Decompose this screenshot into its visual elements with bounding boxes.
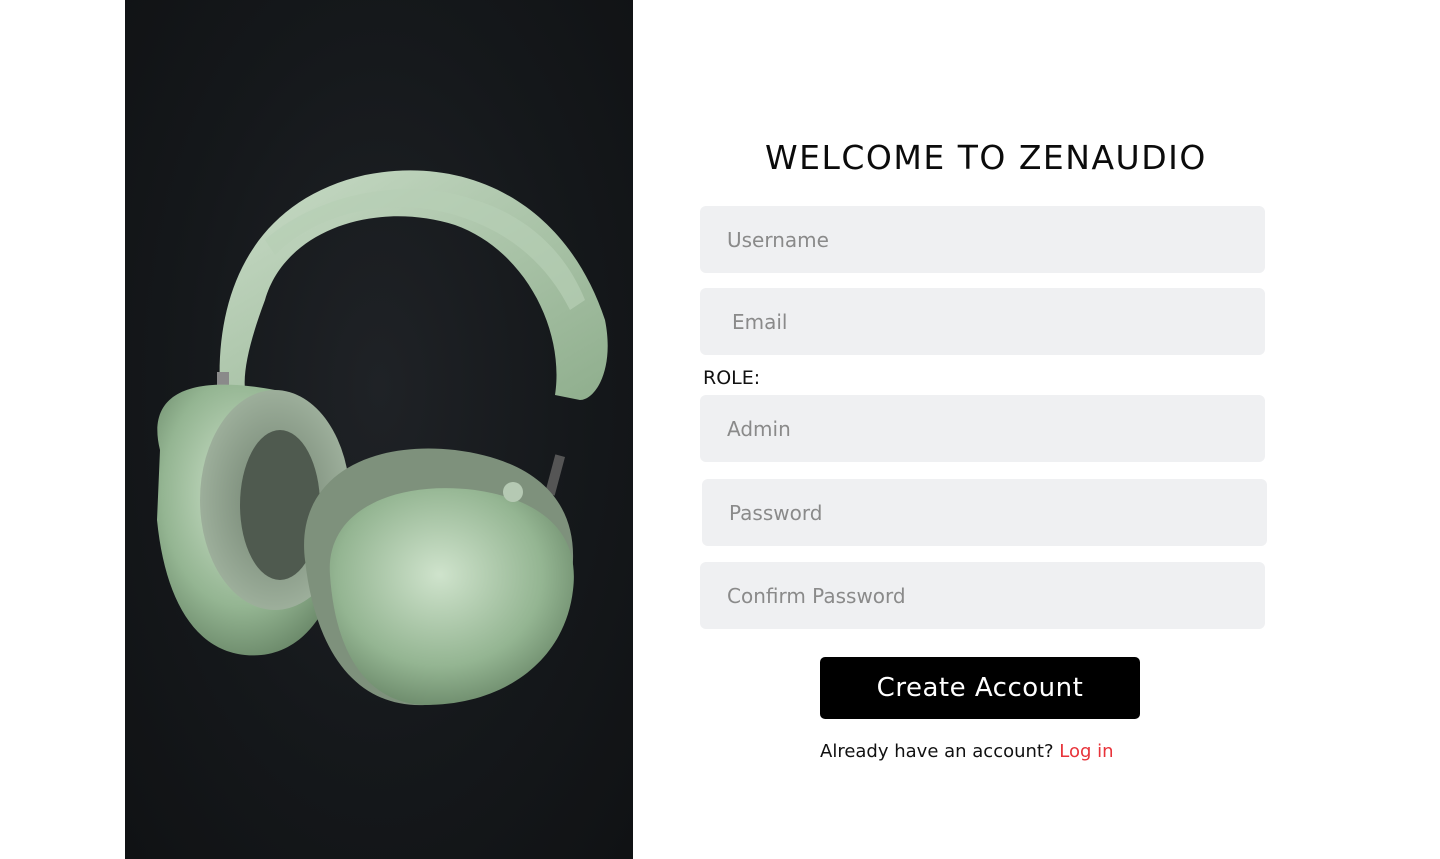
signup-page: WELCOME TO ZENAUDIO ROLE: Create Account… (0, 0, 1440, 859)
login-prompt-text: Already have an account? (820, 741, 1054, 762)
role-label: ROLE: (703, 367, 761, 389)
email-field[interactable] (700, 288, 1265, 355)
create-account-button[interactable]: Create Account (820, 657, 1140, 719)
role-field[interactable] (700, 395, 1265, 462)
login-link[interactable]: Log in (1059, 741, 1113, 762)
password-field[interactable] (702, 479, 1267, 546)
headphones-image (157, 170, 608, 706)
confirm-password-field[interactable] (700, 562, 1265, 629)
login-prompt: Already have an account? Log in (820, 741, 1114, 762)
username-field[interactable] (700, 206, 1265, 273)
hero-panel (125, 0, 633, 859)
page-title: WELCOME TO ZENAUDIO (765, 138, 1207, 177)
